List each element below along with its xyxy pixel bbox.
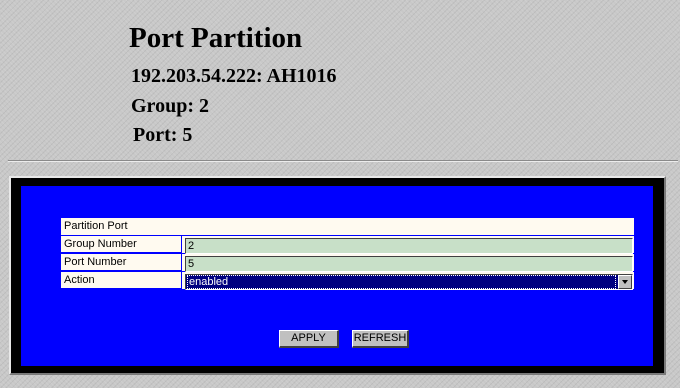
action-select[interactable]: enabled	[185, 274, 633, 290]
form-frame: Partition Port Group Number 2 Port Numbe…	[9, 176, 666, 375]
action-select-value: enabled	[187, 275, 616, 289]
port-number-field[interactable]: 5	[185, 256, 633, 272]
group-info: Group: 2	[131, 95, 209, 117]
port-number-label: Port Number	[61, 254, 181, 271]
device-info: 192.203.54.222: AH1016	[131, 65, 337, 87]
group-number-row: Group Number 2	[61, 236, 634, 254]
section-title: Partition Port	[61, 218, 634, 235]
form-header-row: Partition Port	[61, 218, 634, 236]
action-label: Action	[61, 272, 181, 289]
action-row: Action enabled	[61, 272, 634, 290]
port-info: Port: 5	[133, 124, 193, 146]
page-title: Port Partition	[129, 22, 303, 54]
chevron-down-icon[interactable]	[618, 275, 632, 289]
refresh-button[interactable]: REFRESH	[352, 330, 409, 348]
page-header: Port Partition 192.203.54.222: AH1016 Gr…	[0, 0, 680, 160]
form-panel: Partition Port Group Number 2 Port Numbe…	[21, 186, 653, 366]
partition-form: Partition Port Group Number 2 Port Numbe…	[61, 218, 634, 294]
apply-button[interactable]: APPLY	[279, 330, 339, 348]
header-divider	[8, 160, 678, 162]
group-number-field[interactable]: 2	[185, 238, 633, 254]
group-number-label: Group Number	[61, 236, 181, 253]
port-number-row: Port Number 5	[61, 254, 634, 272]
